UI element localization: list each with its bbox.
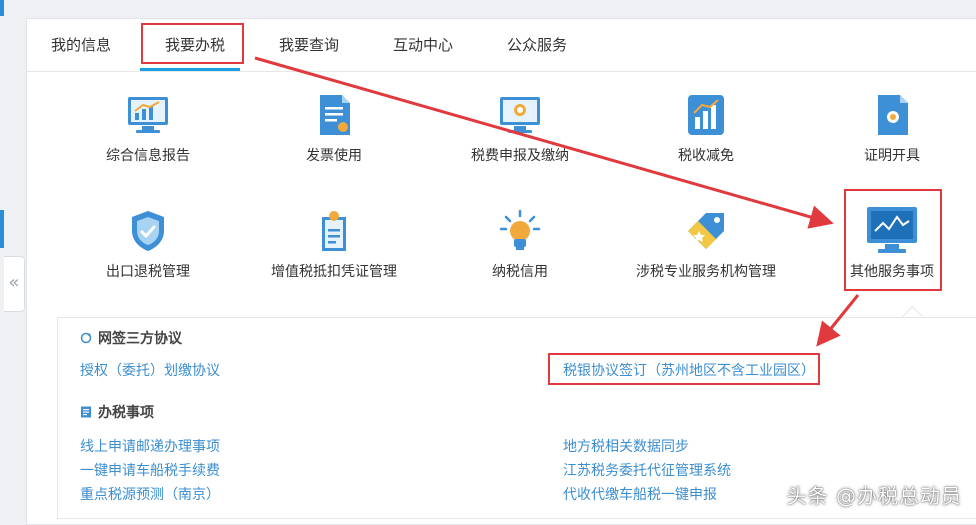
watermark: 头条 @办税总动员: [786, 484, 962, 508]
service-label: 税收减免: [678, 148, 734, 164]
link-jiangsu-agency-system[interactable]: 江苏税务委托代征管理系统: [563, 460, 731, 480]
active-tab-indicator: [140, 68, 240, 71]
tab-interaction-center[interactable]: 互动中心: [393, 34, 453, 55]
section-title-text: 网签三方协议: [98, 331, 182, 347]
service-vat-voucher[interactable]: 增值税抵扣凭证管理: [244, 209, 424, 281]
link-local-tax-sync[interactable]: 地方税相关数据同步: [563, 436, 689, 456]
refresh-circle-icon: [80, 332, 92, 344]
service-label: 涉税专业服务机构管理: [636, 264, 776, 280]
link-vessel-tax-fee[interactable]: 一键申请车船税手续费: [80, 460, 220, 480]
service-tax-credit[interactable]: 纳税信用: [430, 209, 610, 281]
rail-marker: [0, 0, 4, 16]
service-label: 纳税信用: [492, 264, 548, 280]
shield-check-icon: [126, 209, 170, 253]
tab-my-info[interactable]: 我的信息: [51, 34, 111, 55]
service-label: 发票使用: [306, 148, 362, 164]
document-list-icon: [80, 406, 92, 418]
tab-bar: 我的信息 我要办税 我要查询 互动中心 公众服务: [27, 19, 976, 72]
monitor-chart-icon: [126, 93, 170, 137]
service-label: 税费申报及缴纳: [471, 148, 569, 164]
service-tax-reduction[interactable]: 税收减免: [616, 93, 796, 165]
link-bank-tax-agreement[interactable]: 税银协议签订（苏州地区不含工业园区）: [563, 360, 815, 380]
service-label: 增值税抵扣凭证管理: [271, 264, 397, 280]
service-label: 出口退税管理: [106, 264, 190, 280]
service-label: 证明开具: [864, 148, 920, 164]
link-mail-service[interactable]: 线上申请邮递办理事项: [80, 436, 220, 456]
rail-marker: [0, 210, 4, 248]
section-title-tax-matters: 办税事项: [80, 402, 154, 422]
service-label: 其他服务事项: [850, 264, 934, 280]
tab-query[interactable]: 我要查询: [279, 34, 339, 55]
link-authorization-agreement[interactable]: 授权（委托）划缴协议: [80, 360, 220, 380]
voucher-icon: [312, 209, 356, 253]
monitor-line-icon: [865, 203, 919, 257]
service-comprehensive-report[interactable]: 综合信息报告: [58, 93, 238, 165]
monitor-declare-icon: [498, 93, 542, 137]
link-key-source-forecast[interactable]: 重点税源预测（南京）: [80, 484, 220, 504]
section-title-text: 办税事项: [98, 405, 154, 421]
link-vessel-tax-declare[interactable]: 代收代缴车船税一键申报: [563, 484, 717, 504]
section-title-agreement: 网签三方协议: [80, 328, 182, 348]
bar-chart-icon: [684, 93, 728, 137]
service-export-rebate[interactable]: 出口退税管理: [58, 209, 238, 281]
tab-tax-handling[interactable]: 我要办税: [165, 34, 225, 55]
service-tax-agency[interactable]: 涉税专业服务机构管理: [616, 209, 796, 281]
tab-public-service[interactable]: 公众服务: [507, 34, 567, 55]
lightbulb-icon: [498, 209, 542, 253]
certificate-icon: [870, 93, 914, 137]
service-tax-declaration[interactable]: 税费申报及缴纳: [430, 93, 610, 165]
sidebar-collapse-handle[interactable]: «: [4, 256, 25, 312]
tag-star-icon: [684, 209, 728, 253]
service-certificate[interactable]: 证明开具: [802, 93, 976, 165]
main-panel: 我的信息 我要办税 我要查询 互动中心 公众服务 综合信息报告 发票使用 税费申…: [26, 18, 976, 525]
invoice-document-icon: [312, 93, 356, 137]
service-other-matters[interactable]: 其他服务事项: [802, 203, 976, 281]
service-invoice-usage[interactable]: 发票使用: [244, 93, 424, 165]
service-label: 综合信息报告: [106, 148, 190, 164]
